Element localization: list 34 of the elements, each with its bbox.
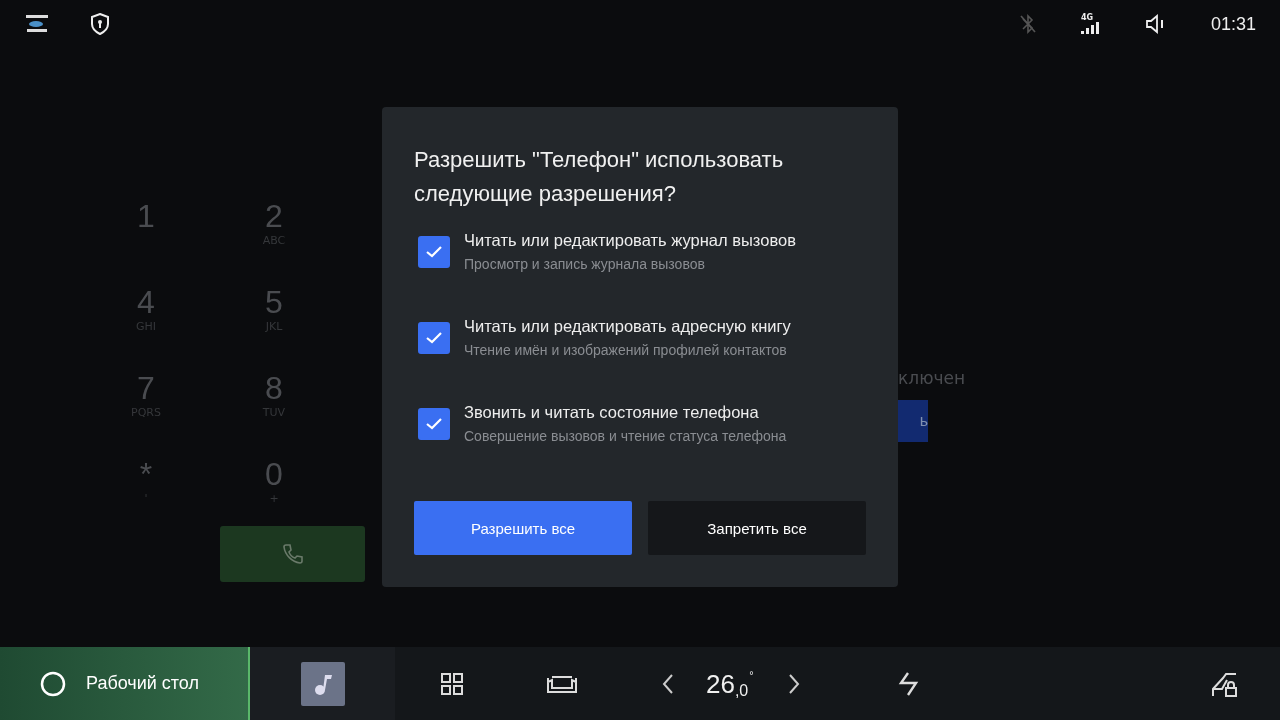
- permission-description: Чтение имён и изображений профилей контактов: [464, 342, 788, 358]
- permission-title: Читать или редактировать адресную книгу: [464, 317, 791, 336]
- permission-title: Читать или редактировать журнал вызовов: [464, 231, 796, 250]
- apps-grid-icon[interactable]: [440, 671, 464, 696]
- check-icon: [426, 331, 442, 344]
- status-text: ключен: [898, 368, 966, 388]
- phone-icon: [280, 542, 305, 566]
- circle-icon: [40, 670, 66, 697]
- dialog-title: Разрешить "Телефон" использовать следующие разрешения?: [414, 146, 785, 208]
- chevron-right-icon[interactable]: [787, 672, 800, 695]
- deny-all-button[interactable]: Запретить все: [648, 501, 866, 555]
- dialpad-key[interactable]: 0 +: [210, 456, 338, 512]
- allow-all-button[interactable]: Разрешить все: [414, 501, 632, 555]
- check-icon: [426, 417, 442, 430]
- checkbox[interactable]: [418, 407, 450, 440]
- dialpad-key[interactable]: 1: [82, 198, 210, 254]
- permission-description: Совершение вызовов и чтение статуса телефона: [464, 428, 787, 444]
- clock-time: 01:31: [1210, 13, 1256, 35]
- check-icon: [426, 245, 442, 258]
- home-label: Рабочий стол: [86, 673, 199, 694]
- temperature-reading: 26,0 °: [706, 668, 754, 699]
- checkbox[interactable]: [418, 321, 450, 354]
- checkbox[interactable]: [418, 235, 450, 268]
- permission-title: Звонить и читать состояние телефона: [464, 403, 760, 422]
- home-panel[interactable]: Рабочий стол: [0, 647, 250, 720]
- music-app-icon[interactable]: [300, 661, 345, 706]
- action-button[interactable]: ь: [898, 400, 928, 442]
- lightning-icon[interactable]: [897, 670, 920, 697]
- shield-icon[interactable]: [90, 13, 110, 35]
- dialpad-key[interactable]: * ': [82, 456, 210, 512]
- permission-description: Просмотр и запись журнала вызовов: [464, 256, 706, 272]
- bluetooth-off-icon[interactable]: [1018, 14, 1037, 34]
- logo-icon: [24, 14, 50, 34]
- chevron-left-icon[interactable]: [662, 672, 674, 695]
